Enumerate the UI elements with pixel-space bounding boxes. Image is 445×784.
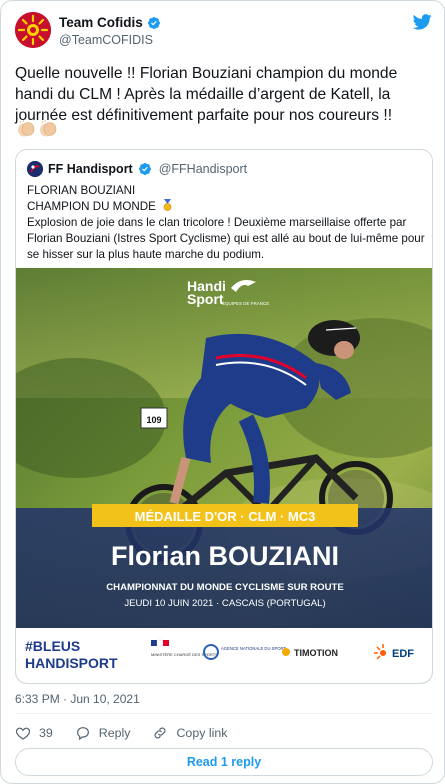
quoted-line-2-row: CHAMPION DU MONDE bbox=[27, 199, 427, 215]
quoted-author-handle: @FFHandisport bbox=[158, 162, 248, 176]
twitter-bird-icon[interactable] bbox=[413, 14, 432, 30]
clapping-hands-icon bbox=[18, 120, 35, 137]
read-reply-button[interactable]: Read 1 reply bbox=[15, 748, 433, 776]
link-icon bbox=[154, 727, 166, 739]
copy-link-button[interactable]: Copy link bbox=[152, 725, 227, 741]
like-count: 39 bbox=[39, 726, 53, 740]
avatar[interactable] bbox=[15, 12, 51, 48]
reply-icon bbox=[76, 727, 89, 741]
verified-badge-icon bbox=[147, 16, 160, 29]
author-name[interactable]: Team Cofidis bbox=[59, 15, 143, 30]
poster-banner: MÉDAILLE D'OR · CLM · MC3 bbox=[135, 509, 316, 524]
ff-handisport-logo-icon bbox=[27, 161, 43, 177]
poster-athlete-name: Florian BOUZIANI bbox=[111, 541, 339, 571]
footer-ministry: MINISTÈRE CHARGÉ DES SPORTS bbox=[151, 652, 218, 657]
reply-label: Reply bbox=[98, 726, 131, 740]
quoted-header: FF Handisport @FFHandisport bbox=[27, 160, 247, 178]
tweet-embed-card: Team Cofidis @TeamCOFIDIS Quelle nouvell… bbox=[0, 0, 445, 784]
footer-sponsor-2: EDF bbox=[392, 648, 414, 660]
poster-graphic: Handi Sport ÉQUIPES DE FRANCE 109 MÉDAIL… bbox=[16, 268, 432, 683]
author-handle[interactable]: @TeamCOFIDIS bbox=[59, 33, 153, 47]
tweet-actions: 39 Reply Copy link bbox=[15, 723, 249, 743]
poster-logo-tag: ÉQUIPES DE FRANCE bbox=[222, 300, 269, 306]
poster-date-place: JEUDI 10 JUIN 2021 · CASCAIS (PORTUGAL) bbox=[124, 598, 325, 609]
poster-logo-line-2: Sport bbox=[187, 291, 224, 307]
footer-agency: AGENCE NATIONALE DU SPORT bbox=[221, 646, 286, 651]
footer-brand-2: HANDISPORT bbox=[25, 655, 118, 671]
tweet-timestamp[interactable]: 6:33 PM · Jun 10, 2021 bbox=[15, 692, 140, 706]
clapping-hands-icon bbox=[40, 120, 57, 137]
quoted-media-poster[interactable]: Handi Sport ÉQUIPES DE FRANCE 109 MÉDAIL… bbox=[16, 268, 432, 683]
divider bbox=[15, 713, 433, 714]
quoted-text: FLORIAN BOUZIANI CHAMPION DU MONDE Explo… bbox=[27, 183, 427, 263]
tweet-emoji-row bbox=[16, 120, 58, 138]
footer-sponsor-1: TIMOTION bbox=[294, 648, 338, 658]
heart-icon bbox=[15, 727, 31, 740]
quoted-body: Explosion de joie dans le clan tricolore… bbox=[27, 216, 425, 261]
cofidis-sun-logo-icon bbox=[15, 12, 51, 48]
quoted-tweet[interactable]: FF Handisport @FFHandisport FLORIAN BOUZ… bbox=[15, 149, 433, 684]
reply-button[interactable]: Reply bbox=[75, 725, 131, 741]
quoted-avatar bbox=[27, 161, 43, 177]
quoted-author-name: FF Handisport bbox=[48, 162, 133, 176]
copy-link-label: Copy link bbox=[176, 726, 228, 740]
verified-badge-icon bbox=[138, 163, 151, 175]
tweet-header: Team Cofidis @TeamCOFIDIS bbox=[15, 12, 432, 48]
gold-medal-icon bbox=[163, 199, 172, 211]
footer-brand-1: #BLEUS bbox=[25, 638, 80, 654]
bib-number: 109 bbox=[146, 415, 161, 425]
author-name-row[interactable]: Team Cofidis bbox=[59, 15, 161, 30]
quoted-line-2: CHAMPION DU MONDE bbox=[27, 200, 156, 213]
poster-event: CHAMPIONNAT DU MONDE CYCLISME SUR ROUTE bbox=[106, 582, 344, 593]
tweet-text: Quelle nouvelle !! Florian Bouziani cham… bbox=[15, 65, 398, 124]
like-button[interactable]: 39 bbox=[15, 725, 53, 741]
quoted-line-1: FLORIAN BOUZIANI bbox=[27, 184, 136, 197]
